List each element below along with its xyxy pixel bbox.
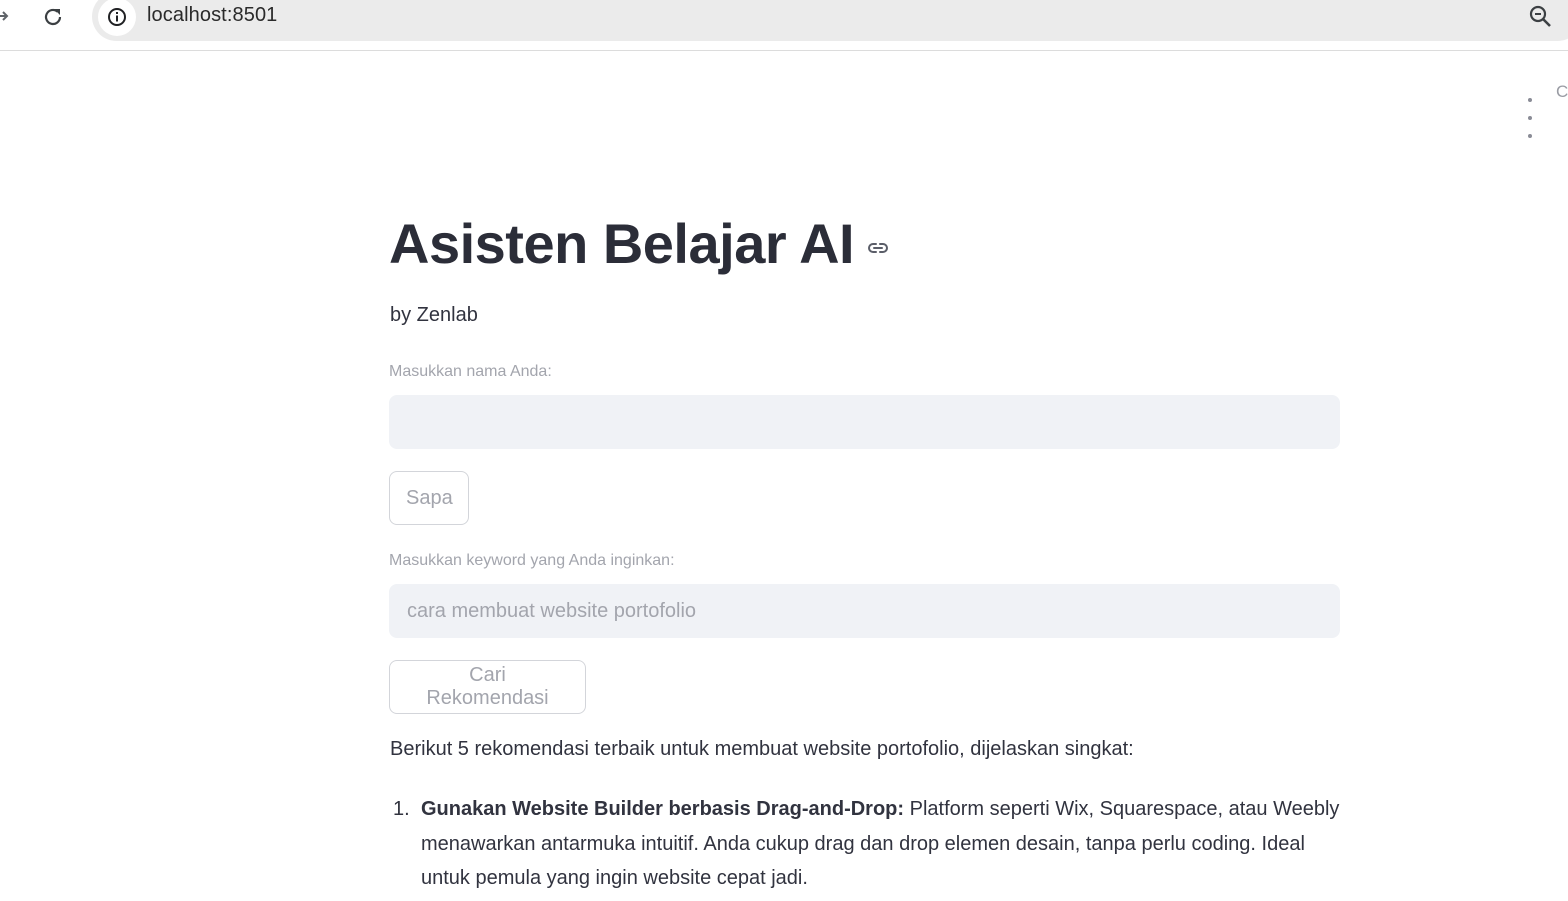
title-row: Asisten Belajar AI: [389, 208, 890, 280]
deploy-button-partial[interactable]: C: [1556, 82, 1568, 102]
keyword-field-label: Masukkan keyword yang Anda inginkan:: [389, 552, 675, 569]
link-anchor-icon[interactable]: [866, 236, 890, 260]
address-bar-url[interactable]: localhost:8501: [147, 4, 277, 27]
site-info-icon: [108, 8, 126, 26]
recommendation-list: 1. Gunakan Website Builder berbasis Drag…: [389, 792, 1341, 896]
keyword-input[interactable]: [389, 584, 1340, 638]
reload-icon[interactable]: [40, 4, 66, 30]
search-recommendation-button[interactable]: Cari Rekomendasi: [389, 660, 586, 714]
list-item: 1. Gunakan Website Builder berbasis Drag…: [389, 792, 1341, 896]
name-input[interactable]: [389, 395, 1340, 449]
page-title: Asisten Belajar AI: [389, 212, 855, 275]
list-item-number: 1.: [393, 798, 410, 820]
name-field-label: Masukkan nama Anda:: [389, 363, 552, 380]
list-item-heading: Gunakan Website Builder berbasis Drag-an…: [421, 798, 910, 820]
more-options-icon[interactable]: [1528, 89, 1534, 143]
result-intro: Berikut 5 rekomendasi terbaik untuk memb…: [390, 738, 1134, 760]
zoom-icon[interactable]: [1528, 4, 1554, 30]
address-bar[interactable]: [92, 0, 1568, 41]
greet-button[interactable]: Sapa: [389, 471, 469, 525]
forward-arrow-icon[interactable]: [0, 6, 12, 26]
browser-toolbar: localhost:8501: [0, 0, 1568, 51]
byline: by Zenlab: [390, 304, 478, 326]
